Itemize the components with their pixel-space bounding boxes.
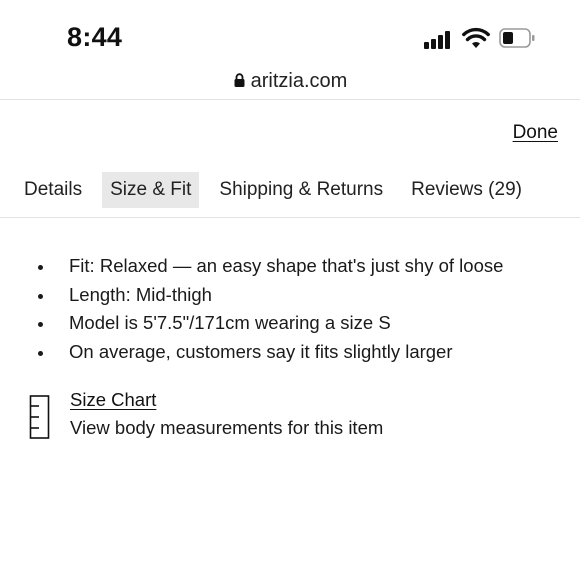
bullet-icon: [38, 293, 43, 299]
fit-detail-text: Length: Mid-thigh: [69, 283, 212, 305]
tab-size-fit[interactable]: Size & Fit: [102, 172, 200, 208]
size-chart-section: Size Chart View body measurements for th…: [26, 387, 446, 447]
tab-shipping-returns[interactable]: Shipping & Returns: [211, 172, 391, 208]
bullet-icon: [38, 322, 43, 327]
status-bar: 8:44: [0, 0, 580, 70]
status-time: 8:44: [67, 22, 123, 52]
list-item: On average, customers say it fits slight…: [36, 338, 503, 367]
size-chart-description: View body measurements for this item: [70, 417, 384, 438]
tab-reviews[interactable]: Reviews (29): [403, 172, 530, 208]
divider: [0, 217, 580, 218]
fit-detail-text: On average, customers say it fits slight…: [69, 340, 453, 362]
url-bar[interactable]: aritzia.com: [0, 64, 580, 98]
ruler-icon: [29, 395, 50, 439]
divider: [0, 99, 580, 100]
done-button[interactable]: Done: [513, 122, 558, 144]
lock-icon: [234, 73, 245, 87]
fit-detail-text: Model is 5'7.5"/171cm wearing a size S: [69, 312, 391, 333]
list-item: Model is 5'7.5"/171cm wearing a size S: [36, 309, 503, 338]
screen: 8:44 aritzia.com Done Details Size & Fit…: [0, 0, 580, 580]
cellular-signal-icon: [424, 29, 454, 49]
url-domain: aritzia.com: [250, 70, 348, 92]
size-chart-link[interactable]: Size Chart: [70, 387, 156, 413]
battery-icon: [499, 28, 535, 48]
bullet-icon: [38, 265, 43, 270]
fit-detail-text: Fit: Relaxed — an easy shape that's just…: [69, 255, 504, 276]
list-item: Length: Mid-thigh: [36, 281, 503, 310]
wifi-icon: [462, 27, 490, 48]
bullet-icon: [38, 350, 43, 356]
list-item: Fit: Relaxed — an easy shape that's just…: [36, 252, 503, 281]
fit-details-list: Fit: Relaxed — an easy shape that's just…: [36, 252, 503, 366]
tab-bar: Details Size & Fit Shipping & Returns Re…: [16, 172, 542, 208]
tab-details[interactable]: Details: [16, 172, 90, 208]
